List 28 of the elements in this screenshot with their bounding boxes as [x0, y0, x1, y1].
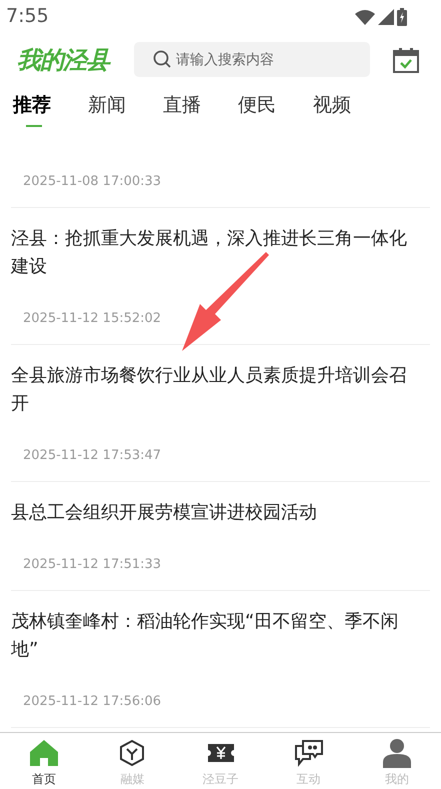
battery-icon	[397, 8, 407, 26]
article-title[interactable]: 泾县：抢抓重大发展机遇，深入推进长三角一体化建设	[11, 225, 430, 281]
article-title[interactable]: 县总工会组织开展劳模宣讲进校园活动	[11, 499, 430, 527]
article-date: 2025-11-12 17:51:33	[22, 556, 162, 574]
chat-icon	[294, 739, 324, 767]
article-date: 2025-11-08 17:00:33	[22, 173, 162, 191]
search-icon	[153, 50, 171, 68]
nav-tab[interactable]: 视频	[313, 87, 388, 129]
ticket-icon	[206, 742, 234, 764]
calendar-icon[interactable]	[393, 46, 419, 72]
article-title[interactable]: 茂林镇奎峰村：稻油轮作实现“田不留空、季不闲地”	[11, 608, 430, 664]
app-logo: 我的泾县	[17, 44, 112, 76]
article-date: 2025-11-12 17:56:06	[22, 693, 162, 711]
bottom-nav-item[interactable]: 首页	[0, 733, 88, 789]
signal-icon	[378, 8, 394, 24]
home-icon	[29, 738, 60, 768]
nav-tab[interactable]: 便民	[238, 87, 313, 129]
cube-icon	[118, 739, 146, 767]
nav-tab[interactable]: 直播	[163, 87, 238, 129]
person-icon	[382, 738, 412, 768]
wifi-icon	[355, 8, 375, 24]
nav-tab[interactable]: 推荐	[13, 87, 88, 129]
search-field[interactable]: 请输入搜索内容	[134, 42, 370, 77]
nav-tab[interactable]: 新闻	[88, 87, 163, 129]
article-date: 2025-11-12 15:52:02	[22, 310, 162, 328]
status-time: 7:55	[6, 4, 49, 30]
article-title[interactable]: 全县旅游市场餐饮行业从业人员素质提升培训会召开	[11, 362, 430, 418]
article-date: 2025-11-12 17:53:47	[22, 447, 162, 465]
